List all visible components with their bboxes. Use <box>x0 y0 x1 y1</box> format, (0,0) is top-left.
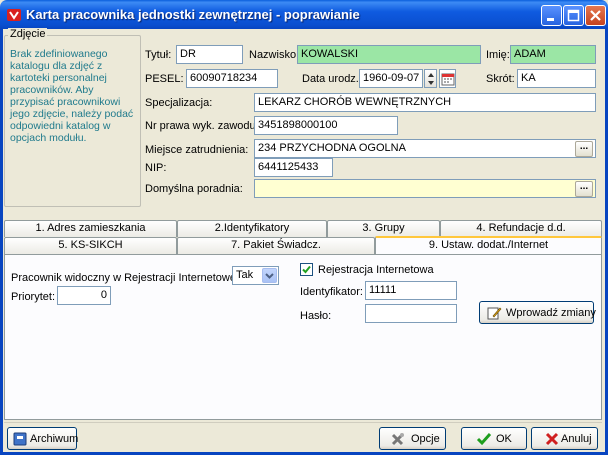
cancel-icon <box>545 432 559 446</box>
date-spinner[interactable] <box>424 69 437 88</box>
pesel-label: PESEL: <box>145 73 184 85</box>
archiwum-label: Archiwum <box>30 433 79 445</box>
archiwum-button[interactable]: Archiwum <box>7 427 79 450</box>
tab-refundacje[interactable]: 4. Refundacje d.d. <box>440 220 602 237</box>
priorytet-input[interactable]: 0 <box>57 286 111 305</box>
opcje-button[interactable]: Opcje <box>379 427 446 450</box>
poradnia-browse-button[interactable]: ... <box>575 181 593 197</box>
haslo-input[interactable] <box>365 304 457 323</box>
nazwisko-input[interactable]: KOWALSKI <box>297 45 481 64</box>
anuluj-label: Anuluj <box>561 433 592 445</box>
window-title: Karta pracownika jednostki zewnętrznej -… <box>26 7 360 22</box>
check-icon <box>476 433 492 446</box>
calendar-icon <box>441 73 455 86</box>
identyfikator-label: Identyfikator: <box>300 286 363 298</box>
archive-icon <box>13 432 27 446</box>
tab-grupy[interactable]: 3. Grupy <box>327 220 440 237</box>
calendar-button[interactable] <box>439 69 456 88</box>
data-urodz-label: Data urodz.: <box>302 73 362 85</box>
wprowadz-zmiany-label: Wprowadź zmiany <box>506 307 596 319</box>
imie-input[interactable]: ADAM <box>510 45 596 64</box>
poradnia-input[interactable] <box>254 179 596 198</box>
priorytet-label: Priorytet: <box>11 291 56 303</box>
rejestracja-checkbox[interactable] <box>300 263 313 276</box>
anuluj-button[interactable]: Anuluj <box>531 427 598 450</box>
data-urodz-input[interactable]: 1960-09-07 <box>359 69 423 88</box>
specjalizacja-label: Specjalizacja: <box>145 97 213 109</box>
spinner-arrows-icon <box>428 73 434 85</box>
widoczny-value: Tak <box>236 269 254 281</box>
app-icon <box>7 9 21 21</box>
tab-pakiet[interactable]: 7. Pakiet Świadcz. <box>177 237 375 254</box>
tab-identyfikatory[interactable]: 2.Identyfikatory <box>177 220 327 237</box>
miejsce-label: Miejsce zatrudnienia: <box>145 144 249 156</box>
maximize-button[interactable] <box>563 5 584 26</box>
close-button[interactable] <box>585 5 606 26</box>
nip-input[interactable]: 6441125433 <box>254 158 333 177</box>
rejestracja-label: Rejestracja Internetowa <box>318 264 434 276</box>
tytul-input[interactable]: DR <box>176 45 243 64</box>
minimize-icon <box>547 18 554 21</box>
tools-icon <box>391 433 404 446</box>
specjalizacja-input[interactable]: LEKARZ CHORÓB WEWNĘTRZNYCH <box>254 93 596 112</box>
skrot-input[interactable]: KA <box>517 69 596 88</box>
close-icon <box>590 10 601 21</box>
maximize-icon <box>567 9 580 22</box>
title-bar[interactable]: Karta pracownika jednostki zewnętrznej -… <box>0 0 608 29</box>
skrot-label: Skrót: <box>486 73 515 85</box>
miejsce-input[interactable]: 234 PRZYCHODNA OGOLNA <box>254 139 596 158</box>
nazwisko-label: Nazwisko: <box>249 49 300 61</box>
haslo-label: Hasło: <box>300 310 332 322</box>
tab-ustawienia-internet[interactable]: 9. Ustaw. dodat./Internet <box>375 236 602 254</box>
footer-separator <box>4 422 602 423</box>
tab-ks-sikch[interactable]: 5. KS-SIKCH <box>4 237 177 254</box>
ok-button[interactable]: OK <box>461 427 527 450</box>
photo-legend: Zdjęcie <box>8 28 48 40</box>
tab-adres[interactable]: 1. Adres zamieszkania <box>4 220 177 237</box>
minimize-button[interactable] <box>541 5 562 26</box>
ok-label: OK <box>496 433 512 445</box>
poradnia-label: Domyślna poradnia: <box>145 183 243 195</box>
miejsce-browse-button[interactable]: ... <box>575 141 593 157</box>
identyfikator-input[interactable]: 11111 <box>365 281 457 300</box>
opcje-label: Opcje <box>411 433 440 445</box>
wprowadz-zmiany-button[interactable]: Wprowadź zmiany <box>479 301 596 324</box>
nip-label: NIP: <box>145 162 167 174</box>
photo-message: Brak zdefiniowanego katalogu dla zdjęć z… <box>10 48 134 144</box>
widoczny-label: Pracownik widoczny w Rejestracji Interne… <box>11 272 242 284</box>
nr-prawa-label: Nr prawa wyk. zawodu: <box>145 120 259 132</box>
tytul-label: Tytuł: <box>145 49 172 61</box>
checkmark-icon <box>302 265 311 274</box>
dropdown-arrow[interactable] <box>262 268 277 283</box>
edit-icon <box>487 307 502 320</box>
chevron-down-icon <box>265 273 274 279</box>
widoczny-select[interactable]: Tak <box>232 266 279 285</box>
imie-label: Imię: <box>486 49 510 61</box>
nr-prawa-input[interactable]: 3451898000100 <box>254 116 398 135</box>
pesel-input[interactable]: 60090718234 <box>186 69 278 88</box>
